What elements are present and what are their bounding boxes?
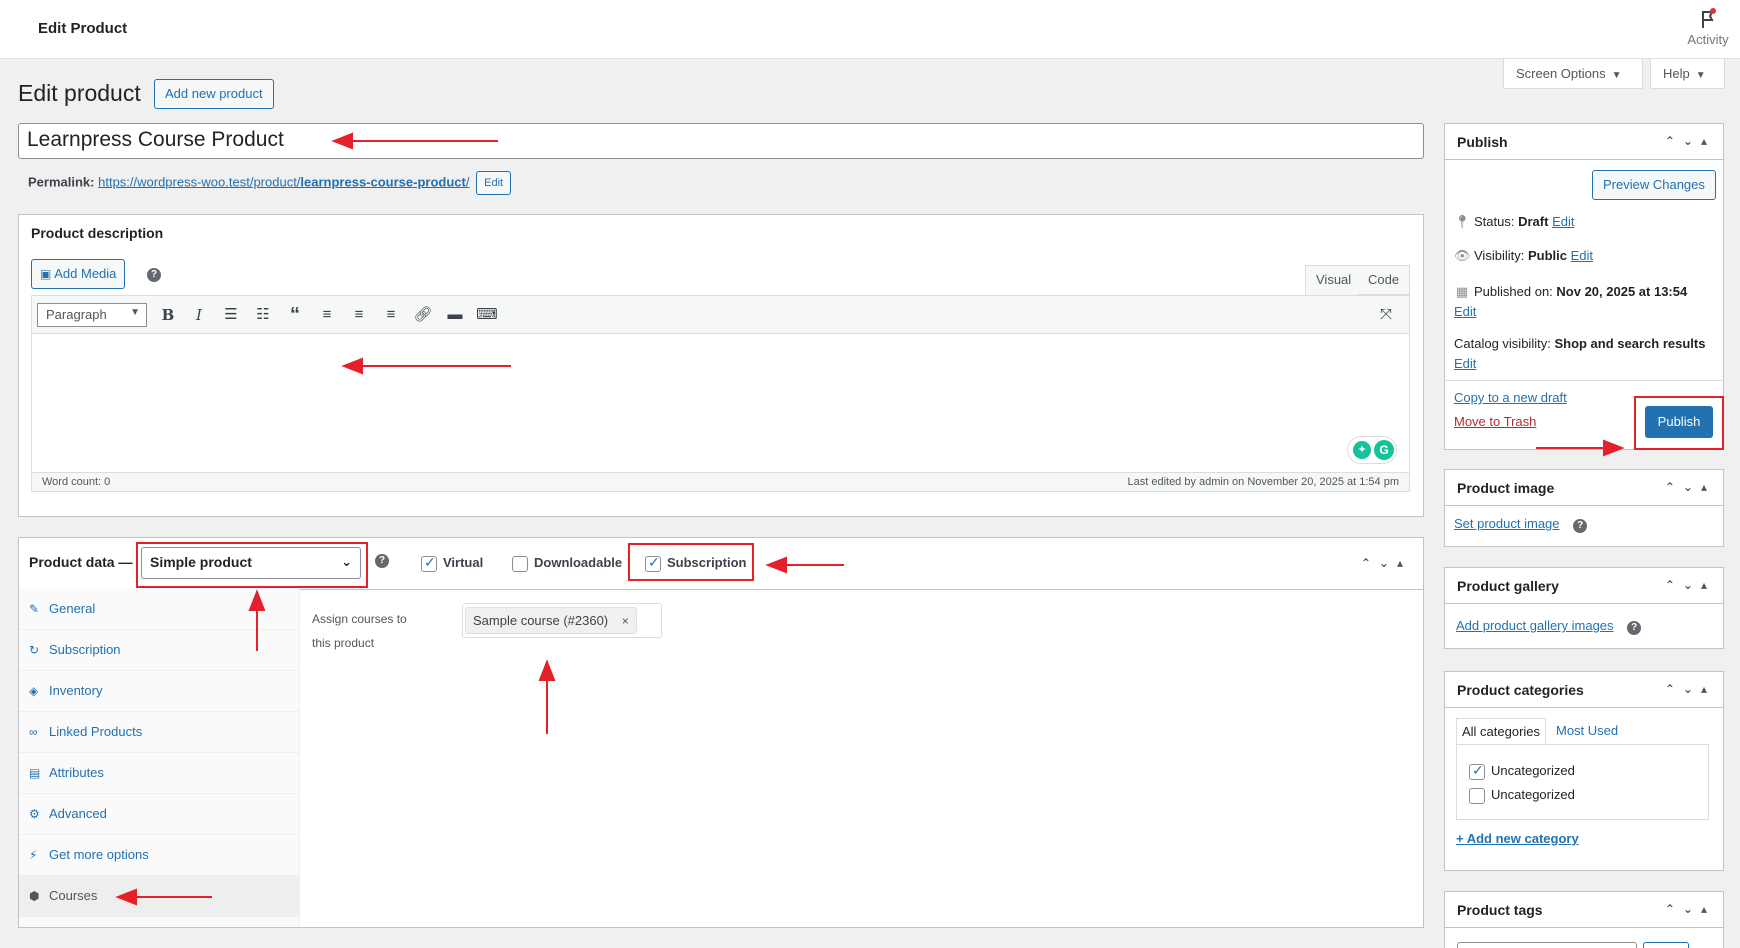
annotation-arrows — [115, 132, 1625, 906]
